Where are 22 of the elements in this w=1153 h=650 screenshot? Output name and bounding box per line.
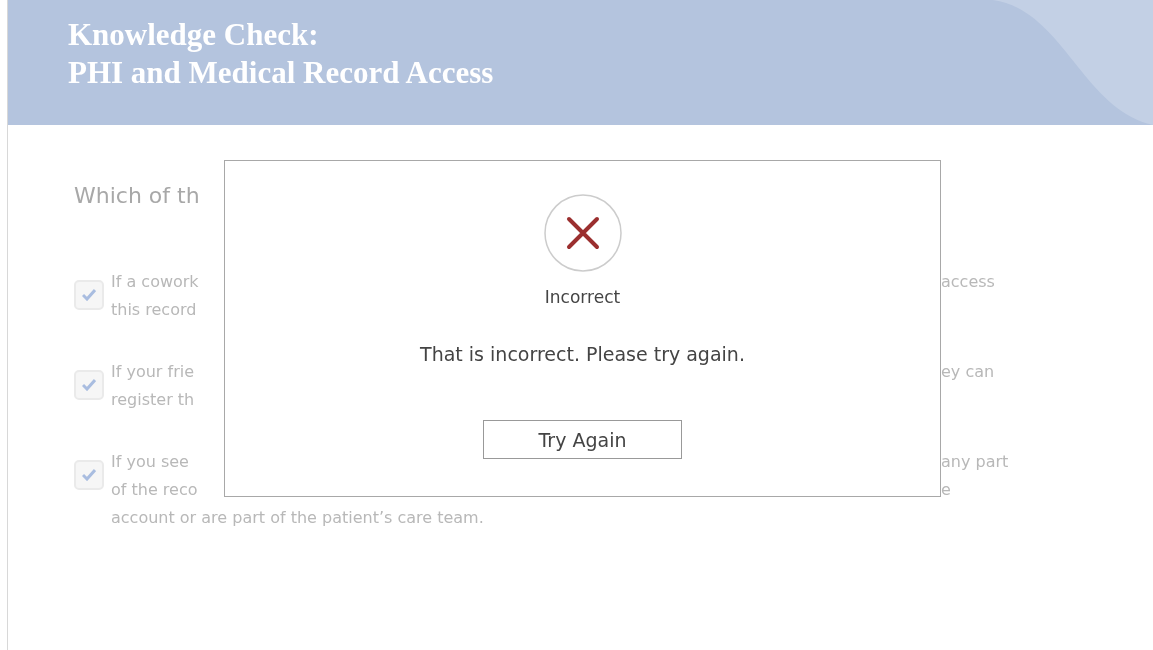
option-text: this record	[111, 299, 198, 319]
option-text: account or are part of the patient’s care team.	[111, 507, 485, 527]
option-text: ey can	[941, 361, 996, 381]
option-text: e	[941, 479, 952, 499]
checkbox[interactable]	[74, 460, 104, 490]
question-text: Which of th	[74, 183, 201, 208]
try-again-button[interactable]: Try Again	[483, 420, 682, 459]
check-icon	[82, 289, 96, 301]
option-text: register th	[111, 389, 196, 409]
checkbox[interactable]	[74, 370, 104, 400]
option-text: If you see	[111, 451, 190, 471]
checkbox[interactable]	[74, 280, 104, 310]
dialog-message: That is incorrect. Please try again.	[420, 343, 745, 365]
option-text: If your frie	[111, 361, 195, 381]
slide-title: Knowledge Check: PHI and Medical Record Access	[68, 16, 494, 92]
check-icon	[82, 469, 96, 481]
check-icon	[82, 379, 96, 391]
option-text: If a cowork	[111, 271, 200, 291]
option-text: any part	[941, 451, 1010, 471]
option-text: access	[941, 271, 996, 291]
dialog-title: Incorrect	[544, 287, 621, 307]
option-text: of the reco	[111, 479, 199, 499]
